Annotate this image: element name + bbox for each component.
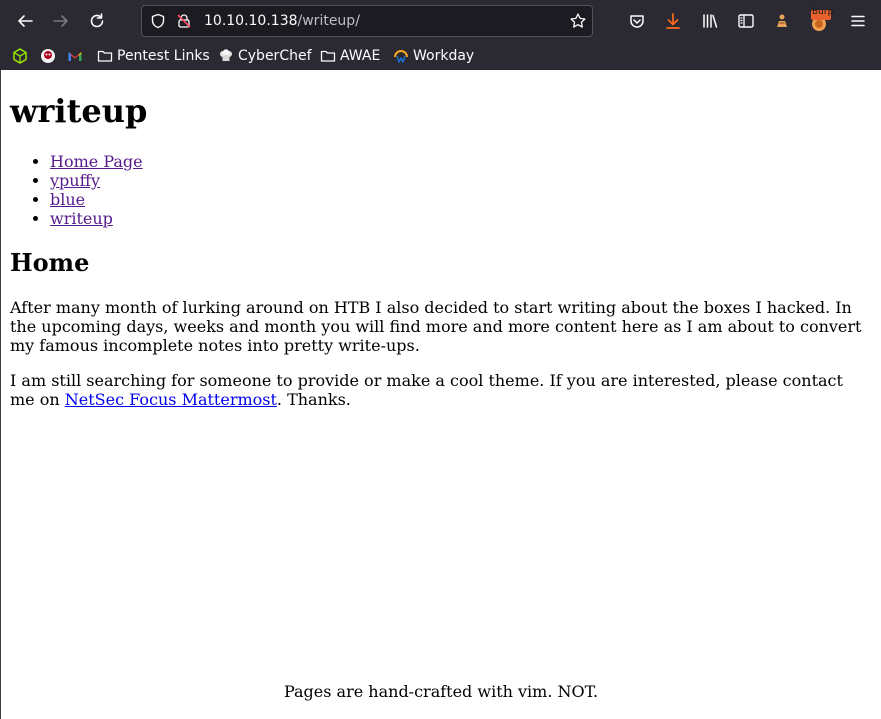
- bookmark-star-icon[interactable]: [569, 12, 587, 30]
- bookmark-label: Workday: [413, 48, 475, 64]
- page-title: writeup: [10, 92, 148, 130]
- bookmark-gmail[interactable]: [67, 46, 87, 66]
- app-menu-button[interactable]: [845, 8, 871, 34]
- section-heading: Home: [10, 248, 90, 277]
- sidebar-icon: [738, 14, 754, 28]
- nav-link-ypuffy[interactable]: ypuffy: [50, 171, 100, 190]
- page-viewport: writeup Home Page ypuffy blue writeup Ho…: [0, 70, 880, 719]
- bookmark-label: AWAE: [340, 48, 381, 64]
- nav-item: Home Page: [50, 152, 143, 171]
- extension-figure-icon: [777, 14, 787, 27]
- bookmark-folder-awae[interactable]: AWAE: [320, 46, 380, 66]
- bookmark-workday[interactable]: Workday: [393, 46, 474, 66]
- skull-icon: [41, 49, 55, 63]
- bookmark-redteam[interactable]: [40, 46, 60, 66]
- chef-hat-icon: [220, 49, 232, 61]
- extension-button[interactable]: [769, 8, 795, 34]
- forward-arrow-icon: [53, 15, 68, 27]
- pocket-icon: [630, 15, 644, 28]
- contact-text-end: . Thanks.: [276, 390, 351, 409]
- nav-link-home-page[interactable]: Home Page: [50, 152, 143, 171]
- intro-paragraph: After many month of lurking around on HT…: [10, 298, 862, 355]
- bookmark-folder-pentest-links[interactable]: Pentest Links: [97, 46, 210, 66]
- url-text[interactable]: 10.10.10.138/writeup/: [204, 13, 360, 29]
- page-footer: Pages are hand-crafted with vim. NOT.: [283, 682, 599, 701]
- workday-icon: [394, 50, 408, 63]
- pocket-button[interactable]: [624, 8, 650, 34]
- downloads-button[interactable]: [660, 8, 686, 34]
- back-arrow-icon: [18, 15, 33, 27]
- url-bar[interactable]: 10.10.10.138/writeup/: [141, 5, 593, 37]
- browser-toolbar: 10.10.10.138/writeup/ Burp: [0, 0, 881, 42]
- folder-icon: [97, 50, 113, 62]
- nav-link-writeup[interactable]: writeup: [50, 209, 113, 228]
- contact-paragraph: I am still searching for someone to prov…: [10, 371, 870, 409]
- gmail-icon: [68, 52, 82, 61]
- nav-item: ypuffy: [50, 171, 143, 190]
- bookmark-cyberchef[interactable]: CyberChef: [218, 46, 312, 66]
- shield-icon[interactable]: [150, 13, 166, 29]
- url-host: 10.10.10.138: [204, 13, 298, 29]
- burp-badge: Burp: [812, 7, 834, 17]
- nav-link-blue[interactable]: blue: [50, 190, 85, 209]
- forward-button[interactable]: [48, 8, 74, 34]
- nav-item: blue: [50, 190, 143, 209]
- bookmark-label: CyberChef: [238, 48, 312, 64]
- back-button[interactable]: [12, 8, 38, 34]
- hamburger-menu-icon: [851, 15, 865, 27]
- nav-list: Home Page ypuffy blue writeup: [10, 152, 143, 228]
- bookmarks-toolbar: Pentest Links CyberChef AWAE Workday: [0, 42, 881, 70]
- bookmark-label: Pentest Links: [117, 48, 210, 64]
- hackthebox-cube-icon: [13, 48, 27, 64]
- download-icon: [666, 13, 680, 29]
- insecure-lock-icon[interactable]: [176, 13, 192, 29]
- burp-proxy-button[interactable]: Burp: [806, 7, 834, 34]
- mattermost-link[interactable]: NetSec Focus Mattermost: [65, 390, 277, 409]
- sidebar-button[interactable]: [733, 8, 759, 34]
- browser-chrome: 10.10.10.138/writeup/ Burp Pentest Links…: [0, 0, 881, 70]
- nav-item: writeup: [50, 209, 143, 228]
- library-button[interactable]: [697, 8, 723, 34]
- reload-button[interactable]: [84, 8, 110, 34]
- library-icon: [703, 14, 718, 28]
- folder-icon: [320, 50, 336, 62]
- url-path: /writeup/: [297, 13, 360, 29]
- bookmark-hackthebox[interactable]: [12, 46, 32, 66]
- reload-icon: [90, 13, 104, 28]
